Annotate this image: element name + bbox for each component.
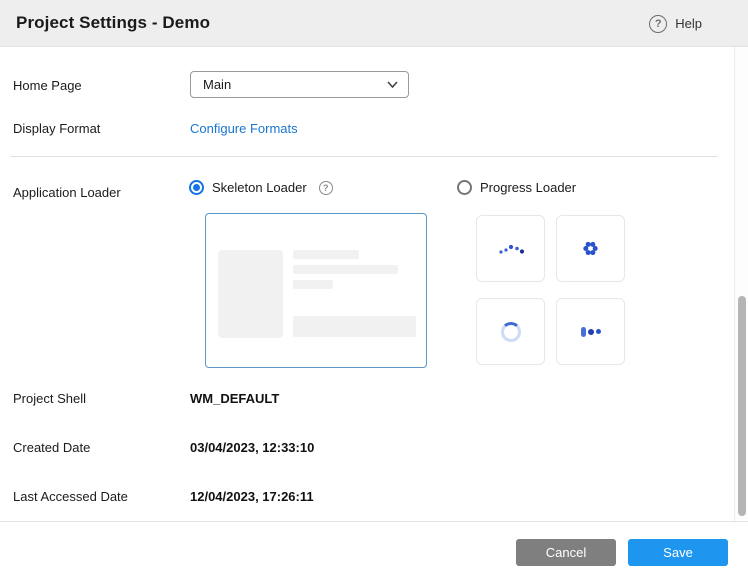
progress-preview-bubbles[interactable] [556,298,625,365]
section-divider [10,156,718,157]
progress-preview-flower[interactable] [556,215,625,282]
flower-spinner-icon [583,241,598,256]
save-button[interactable]: Save [628,539,728,566]
help-icon: ? [649,15,667,33]
skeleton-loader-preview[interactable] [205,213,427,368]
last-accessed-date-value: 12/04/2023, 17:26:11 [190,489,314,504]
dialog-title: Project Settings - Demo [16,13,210,33]
progress-preview-dots-arc[interactable] [476,215,545,282]
last-accessed-date-label: Last Accessed Date [13,489,128,504]
progress-loader-radio-label: Progress Loader [480,180,576,195]
skeleton-line-placeholder [293,250,359,259]
created-date-value: 03/04/2023, 12:33:10 [190,440,314,455]
ring-spinner-icon [501,322,521,342]
skeleton-loader-radio-label: Skeleton Loader [212,180,307,195]
skeleton-block-placeholder [293,316,416,337]
home-page-select-value: Main [203,77,387,92]
home-page-select[interactable]: Main [190,71,409,98]
home-page-label: Home Page [13,78,82,93]
help-label: Help [675,16,702,31]
dots-arc-spinner-icon [496,242,526,256]
dialog-footer: Cancel Save [0,521,748,586]
vertical-scrollbar[interactable] [734,47,748,521]
radio-unselected-icon [457,180,472,195]
project-settings-dialog: Project Settings - Demo ? Help Home Page… [0,0,748,586]
skeleton-loader-radio[interactable]: Skeleton Loader ? [189,180,333,195]
scrollbar-thumb[interactable] [738,296,746,516]
skeleton-line-placeholder [293,280,333,289]
dialog-header: Project Settings - Demo ? Help [0,0,748,47]
display-format-label: Display Format [13,121,100,136]
skeleton-help-icon[interactable]: ? [319,181,333,195]
cancel-button[interactable]: Cancel [516,539,616,566]
skeleton-line-placeholder [293,265,398,274]
application-loader-label: Application Loader [13,185,121,200]
project-shell-value: WM_DEFAULT [190,391,279,406]
skeleton-image-placeholder [218,250,283,338]
progress-loader-radio[interactable]: Progress Loader [457,180,576,195]
configure-formats-link[interactable]: Configure Formats [190,121,298,136]
created-date-label: Created Date [13,440,90,455]
bubbles-spinner-icon [581,327,601,337]
project-shell-label: Project Shell [13,391,86,406]
help-button[interactable]: ? Help [649,0,702,47]
progress-preview-ring[interactable] [476,298,545,365]
chevron-down-icon [387,81,398,88]
radio-selected-icon [189,180,204,195]
